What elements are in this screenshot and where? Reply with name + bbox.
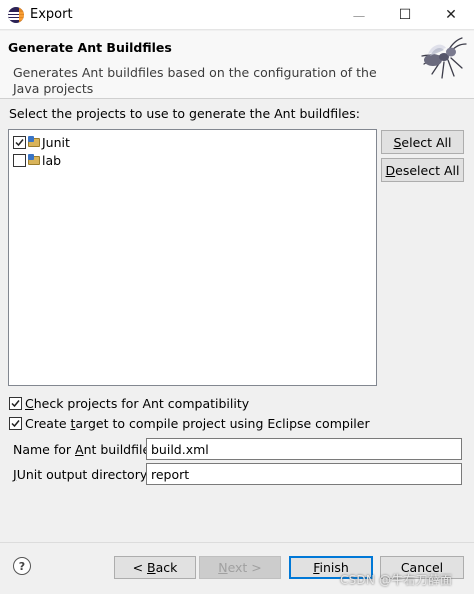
button-label: Next >	[218, 560, 262, 575]
title-bar: Export — ☐ ✕	[0, 0, 474, 30]
buildfile-name-input[interactable]	[146, 438, 462, 460]
button-label: Deselect All	[385, 162, 460, 178]
junit-output-dir-input[interactable]	[146, 463, 462, 485]
create-target-option[interactable]: Create target to compile project using E…	[9, 416, 370, 431]
maximize-icon: ☐	[398, 7, 412, 23]
window-title: Export	[30, 7, 73, 22]
minimize-icon: —	[352, 7, 366, 23]
projects-prompt: Select the projects to use to generate t…	[9, 106, 360, 121]
checkmark-icon	[15, 138, 24, 146]
java-project-icon	[28, 136, 41, 148]
page-description: Generates Ant buildfiles based on the co…	[13, 65, 377, 96]
help-icon[interactable]: ?	[13, 557, 31, 575]
wizard-header: Generate Ant Buildfiles Generates Ant bu…	[0, 31, 474, 99]
deselect-all-button[interactable]: Deselect All	[381, 158, 464, 182]
buildfile-name-label: Name for Ant buildfile:	[13, 442, 155, 457]
project-label: Junit	[42, 134, 70, 150]
check-ant-compat-checkbox[interactable]	[9, 397, 22, 410]
back-button[interactable]: < Back	[114, 556, 196, 579]
select-all-button[interactable]: Select All	[381, 130, 464, 154]
check-ant-compat-label: Check projects for Ant compatibility	[25, 396, 250, 411]
java-project-icon	[28, 154, 41, 166]
project-item-junit[interactable]: Junit	[13, 133, 70, 151]
minimize-button[interactable]: —	[336, 0, 382, 30]
ant-icon	[421, 37, 467, 79]
create-target-label: Create target to compile project using E…	[25, 416, 370, 431]
check-ant-compat-option[interactable]: Check projects for Ant compatibility	[9, 396, 249, 411]
checkmark-icon	[11, 420, 20, 428]
junit-output-dir-label: JUnit output directory:	[13, 467, 151, 482]
next-button[interactable]: Next >	[199, 556, 281, 579]
maximize-button[interactable]: ☐	[382, 0, 428, 30]
footer-separator	[0, 542, 474, 543]
checkmark-icon	[11, 400, 20, 408]
button-label: < Back	[132, 560, 178, 575]
close-icon: ✕	[445, 7, 457, 23]
create-target-checkbox[interactable]	[9, 417, 22, 430]
eclipse-icon	[8, 7, 24, 23]
project-label: lab	[42, 152, 62, 168]
project-checkbox-junit[interactable]	[13, 135, 26, 149]
close-button[interactable]: ✕	[428, 0, 474, 30]
watermark: CSDN @牛右刀薛面	[340, 573, 453, 587]
page-title: Generate Ant Buildfiles	[8, 40, 172, 55]
button-label: Select All	[393, 134, 452, 150]
project-item-lab[interactable]: lab	[13, 151, 61, 169]
project-checkbox-lab[interactable]	[13, 153, 26, 167]
project-list[interactable]: Junit lab	[8, 129, 377, 386]
